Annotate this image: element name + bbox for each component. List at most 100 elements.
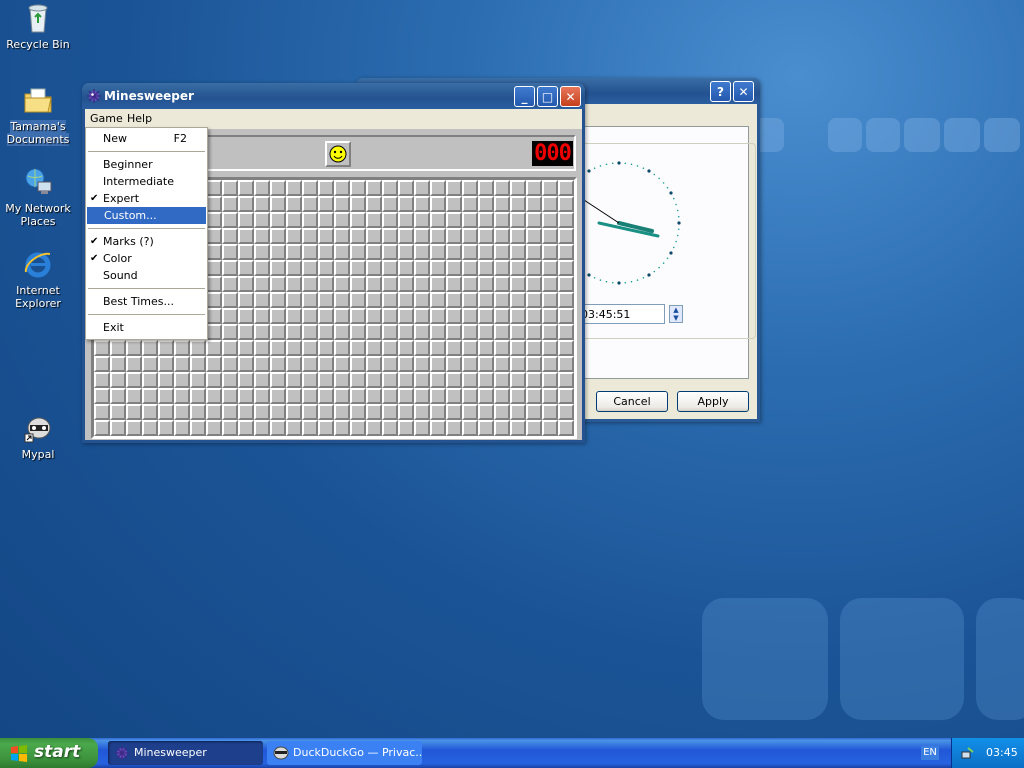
minefield-cell[interactable] [206, 308, 222, 324]
minefield-cell[interactable] [334, 276, 350, 292]
minefield-cell[interactable] [302, 420, 318, 436]
minefield-cell[interactable] [206, 260, 222, 276]
minefield-cell[interactable] [398, 324, 414, 340]
minefield-cell[interactable] [94, 420, 110, 436]
minefield-cell[interactable] [270, 404, 286, 420]
minefield-cell[interactable] [414, 180, 430, 196]
minefield-cell[interactable] [302, 308, 318, 324]
apply-button[interactable]: Apply [677, 391, 749, 412]
minefield-cell[interactable] [318, 308, 334, 324]
minefield-cell[interactable] [350, 404, 366, 420]
minefield-cell[interactable] [222, 260, 238, 276]
minefield-cell[interactable] [542, 388, 558, 404]
minefield-cell[interactable] [430, 292, 446, 308]
minefield-cell[interactable] [462, 244, 478, 260]
minefield-cell[interactable] [126, 388, 142, 404]
minefield-cell[interactable] [350, 340, 366, 356]
minefield-cell[interactable] [286, 356, 302, 372]
minefield-cell[interactable] [270, 180, 286, 196]
minefield-cell[interactable] [478, 180, 494, 196]
minefield-cell[interactable] [526, 356, 542, 372]
minefield-cell[interactable] [190, 372, 206, 388]
minefield-cell[interactable] [542, 404, 558, 420]
minefield-cell[interactable] [94, 340, 110, 356]
maximize-button[interactable]: □ [537, 86, 558, 107]
minefield-cell[interactable] [398, 388, 414, 404]
minefield-cell[interactable] [334, 340, 350, 356]
minefield-cell[interactable] [366, 340, 382, 356]
minefield-cell[interactable] [398, 228, 414, 244]
minefield-cell[interactable] [222, 404, 238, 420]
minefield-cell[interactable] [158, 388, 174, 404]
minefield-cell[interactable] [414, 372, 430, 388]
minefield-cell[interactable] [318, 340, 334, 356]
minefield-cell[interactable] [398, 180, 414, 196]
minefield-cell[interactable] [190, 420, 206, 436]
minefield-cell[interactable] [526, 212, 542, 228]
minefield-cell[interactable] [398, 212, 414, 228]
minefield-cell[interactable] [446, 324, 462, 340]
minefield-cell[interactable] [462, 196, 478, 212]
minefield-cell[interactable] [94, 356, 110, 372]
minefield-cell[interactable] [510, 404, 526, 420]
minefield-cell[interactable] [302, 340, 318, 356]
minefield-cell[interactable] [174, 372, 190, 388]
menu-item-color[interactable]: ✔ Color [86, 250, 207, 267]
minefield-cell[interactable] [414, 196, 430, 212]
minefield-cell[interactable] [366, 228, 382, 244]
minefield-cell[interactable] [318, 228, 334, 244]
minefield-cell[interactable] [286, 196, 302, 212]
minefield-cell[interactable] [510, 180, 526, 196]
minefield-cell[interactable] [462, 388, 478, 404]
minefield-cell[interactable] [446, 404, 462, 420]
minefield-cell[interactable] [382, 196, 398, 212]
minefield-cell[interactable] [430, 404, 446, 420]
minefield-cell[interactable] [238, 420, 254, 436]
minefield-cell[interactable] [254, 228, 270, 244]
minefield-cell[interactable] [558, 292, 574, 308]
minefield-cell[interactable] [446, 180, 462, 196]
minefield-cell[interactable] [302, 228, 318, 244]
minefield-cell[interactable] [542, 340, 558, 356]
minefield-cell[interactable] [350, 212, 366, 228]
minefield-cell[interactable] [382, 388, 398, 404]
minefield-cell[interactable] [350, 324, 366, 340]
minefield-cell[interactable] [302, 372, 318, 388]
minefield-cell[interactable] [254, 388, 270, 404]
minefield-cell[interactable] [414, 260, 430, 276]
minefield-cell[interactable] [334, 244, 350, 260]
minefield-cell[interactable] [238, 244, 254, 260]
minefield-cell[interactable] [526, 388, 542, 404]
close-button[interactable]: ✕ [733, 81, 754, 102]
minefield-cell[interactable] [126, 420, 142, 436]
minefield-cell[interactable] [382, 244, 398, 260]
minefield-cell[interactable] [446, 372, 462, 388]
minefield-cell[interactable] [382, 276, 398, 292]
minefield-cell[interactable] [526, 292, 542, 308]
minefield-cell[interactable] [494, 292, 510, 308]
minefield-cell[interactable] [110, 372, 126, 388]
minimize-button[interactable]: _ [514, 86, 535, 107]
minefield-cell[interactable] [222, 196, 238, 212]
minefield-cell[interactable] [558, 212, 574, 228]
minefield-cell[interactable] [542, 372, 558, 388]
minefield-cell[interactable] [558, 196, 574, 212]
minefield-cell[interactable] [366, 356, 382, 372]
desktop-icon-my-documents[interactable]: Tamama's Documents [0, 84, 76, 146]
minefield-cell[interactable] [510, 340, 526, 356]
minefield-cell[interactable] [494, 228, 510, 244]
minefield-cell[interactable] [110, 404, 126, 420]
minefield-cell[interactable] [110, 356, 126, 372]
minefield-cell[interactable] [542, 244, 558, 260]
minefield-cell[interactable] [302, 292, 318, 308]
minefield-cell[interactable] [238, 324, 254, 340]
minefield-cell[interactable] [366, 212, 382, 228]
minefield-cell[interactable] [510, 196, 526, 212]
minefield-cell[interactable] [510, 292, 526, 308]
minefield-cell[interactable] [510, 324, 526, 340]
minefield-cell[interactable] [446, 356, 462, 372]
minefield-cell[interactable] [558, 180, 574, 196]
minefield-cell[interactable] [190, 404, 206, 420]
tray-clock[interactable]: 03:45 [986, 746, 1018, 759]
minefield-cell[interactable] [206, 356, 222, 372]
